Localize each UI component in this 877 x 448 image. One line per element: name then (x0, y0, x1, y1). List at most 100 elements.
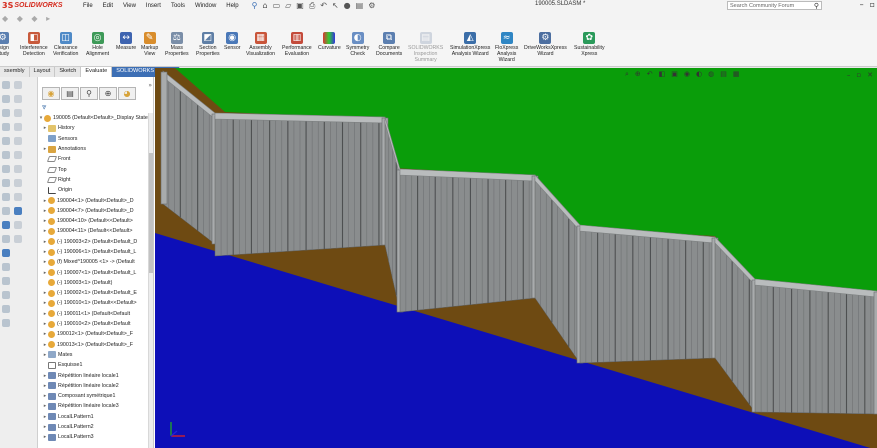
tool-icon[interactable] (2, 137, 10, 145)
panel-collapse-icon[interactable]: » (148, 82, 152, 89)
tree-item[interactable]: ▸ (-) 190002<1> (Default<Default_E (38, 288, 150, 298)
tool-icon[interactable] (2, 291, 10, 299)
markup-view-button[interactable]: ✎ Markup View (141, 32, 158, 57)
view-settings-icon[interactable]: ▦ (733, 70, 740, 79)
options-gear-icon[interactable]: ⚙ (368, 1, 375, 10)
tool-icon[interactable] (2, 179, 10, 187)
tool-icon[interactable] (14, 123, 22, 131)
tool-icon[interactable] (2, 277, 10, 285)
search-input[interactable]: Search Community Forum ⚲ (727, 1, 822, 10)
dimxpert-tab-icon[interactable]: ⊕ (99, 87, 117, 100)
viewport-restore-icon[interactable]: ▫ (856, 71, 861, 79)
assembly-visualization-button[interactable]: ▦ Assembly Visualization (246, 32, 275, 57)
tool-icon[interactable] (2, 235, 10, 243)
scene-icon[interactable]: ▤ (720, 70, 727, 79)
edit-appearance-icon[interactable]: ◍ (708, 70, 714, 79)
tree-item[interactable]: ▸ (-) 190003<2> (Default<Default_D (38, 237, 150, 247)
file-properties-icon[interactable]: ▤ (356, 1, 364, 10)
pin-icon[interactable]: ⚲ (252, 1, 258, 10)
model-viewport[interactable] (155, 68, 877, 448)
section-view-icon[interactable]: ◧ (659, 70, 666, 79)
featuremanager-tab-icon[interactable]: ◉ (42, 87, 60, 100)
tool-icon[interactable] (2, 81, 10, 89)
tab-sketch[interactable]: Sketch (55, 67, 82, 77)
menu-file[interactable]: File (78, 3, 98, 9)
tool-icon[interactable] (2, 263, 10, 271)
display-manager-tab-icon[interactable]: ◕ (118, 87, 136, 100)
view-orientation-icon[interactable]: ▣ (671, 70, 678, 79)
select-arrow-icon[interactable]: ↖ (332, 1, 339, 10)
rebuild-icon[interactable]: ● (344, 1, 351, 10)
tree-item[interactable]: ▸ 190012<1> (Default<Default>_F (38, 329, 150, 339)
tree-item[interactable]: Origin (38, 185, 150, 195)
tool-icon[interactable] (2, 221, 10, 229)
compare-documents-button[interactable]: ⧉ Compare Documents (376, 32, 402, 57)
tree-item[interactable]: Sensors (38, 134, 150, 144)
tool-icon[interactable] (2, 165, 10, 173)
menu-window[interactable]: Window (190, 3, 221, 9)
feature-tree-scrollbar[interactable] (148, 113, 153, 448)
new-document-icon[interactable]: ▭ (273, 1, 281, 10)
tree-item[interactable]: ▸ LocalLPattern3 (38, 432, 150, 442)
tree-item[interactable]: ▸ LocalLPattern2 (38, 422, 150, 432)
tool-icon[interactable] (2, 249, 10, 257)
tree-root-assembly[interactable]: ▾ 190005 (Default<Default>_Display State (38, 113, 150, 123)
section-properties-button[interactable]: ◩ Section Properties (196, 32, 220, 57)
tree-item[interactable]: ▸ (-) 190010<2> (Default<Default (38, 319, 150, 329)
home-icon[interactable]: ⌂ (263, 1, 268, 10)
tool-icon[interactable] (14, 235, 22, 243)
tree-item[interactable]: Front (38, 154, 150, 164)
menu-edit[interactable]: Edit (98, 3, 118, 9)
tool-icon[interactable] (14, 109, 22, 117)
shortcut-icons[interactable]: ◆ ◆ ◆ ▸ (2, 14, 53, 23)
tab-layout[interactable]: Layout (30, 67, 56, 77)
interference-detection-button[interactable]: ◧ Interference Detection (20, 32, 48, 57)
tool-icon[interactable] (14, 193, 22, 201)
tree-item[interactable]: ▸ (f) Mixed^190005 <1> -> (Default (38, 257, 150, 267)
filter-icon[interactable]: ⩔ (42, 102, 47, 112)
graphics-area[interactable]: ⌕ ⊕ ↶ ◧ ▣ ◉ ◐ ◍ ▤ ▦ – ▫ ✕ (155, 68, 877, 448)
tool-icon[interactable] (14, 95, 22, 103)
tree-item[interactable]: ▸ Annotations (38, 144, 150, 154)
tree-item[interactable]: ▸ (-) 190006<1> (Default<Default_L (38, 247, 150, 257)
tool-icon[interactable] (2, 193, 10, 201)
tool-icon[interactable] (14, 81, 22, 89)
hole-alignment-button[interactable]: ◎ Hole Alignment (86, 32, 109, 57)
clearance-verification-button[interactable]: ◫ Clearance Verification (53, 32, 78, 57)
undo-icon[interactable]: ↶ (320, 1, 327, 10)
tree-item[interactable]: ▸ Répétition linéaire locale1 (38, 370, 150, 380)
tree-item[interactable]: ▸ 190004<11> (Default<<Default> (38, 226, 150, 236)
tool-icon[interactable] (2, 305, 10, 313)
save-icon[interactable]: ▣ (296, 1, 304, 10)
tool-icon[interactable] (2, 109, 10, 117)
menu-tools[interactable]: Tools (166, 3, 190, 9)
tool-icon[interactable] (14, 137, 22, 145)
tree-item[interactable]: ▸ 190013<1> (Default<Default>_F (38, 340, 150, 350)
tool-icon[interactable] (2, 123, 10, 131)
maximize-icon[interactable]: ▫ (870, 0, 875, 9)
zoom-area-icon[interactable]: ⊕ (635, 70, 641, 79)
tree-item[interactable]: ▸ Répétition linéaire locale3 (38, 401, 150, 411)
configurationmanager-tab-icon[interactable]: ⚲ (80, 87, 98, 100)
tool-icon[interactable] (2, 319, 10, 327)
tool-icon[interactable] (14, 221, 22, 229)
tree-item[interactable]: ▸ Répétition linéaire locale2 (38, 381, 150, 391)
solidworks-logo[interactable]: 3S SOLIDWORKS (0, 1, 70, 10)
hide-show-icon[interactable]: ◐ (696, 70, 702, 79)
tool-icon[interactable] (2, 151, 10, 159)
simulationxpress-button[interactable]: ◭ SimulationXpress Analysis Wizard (450, 32, 490, 57)
search-icon[interactable]: ⚲ (814, 2, 819, 10)
tree-item[interactable]: ▸ LocalLPattern1 (38, 412, 150, 422)
tool-icon[interactable] (14, 151, 22, 159)
design-study-button[interactable]: ⚙ esign Study (0, 32, 9, 57)
menu-insert[interactable]: Insert (141, 3, 166, 9)
tab-evaluate[interactable]: Evaluate (81, 67, 113, 77)
driveworksxpress-button[interactable]: ⚙ DriveWorksXpress Wizard (524, 32, 567, 57)
performance-evaluation-button[interactable]: ▥ Performance Evaluation (282, 32, 312, 57)
tree-item[interactable]: Right (38, 175, 150, 185)
tree-item[interactable]: ▸ Composant symétrique1 (38, 391, 150, 401)
menu-view[interactable]: View (118, 3, 141, 9)
tree-item[interactable]: ▸ Mates (38, 350, 150, 360)
tool-icon[interactable] (14, 165, 22, 173)
tab-assembly[interactable]: ssembly (0, 67, 30, 77)
